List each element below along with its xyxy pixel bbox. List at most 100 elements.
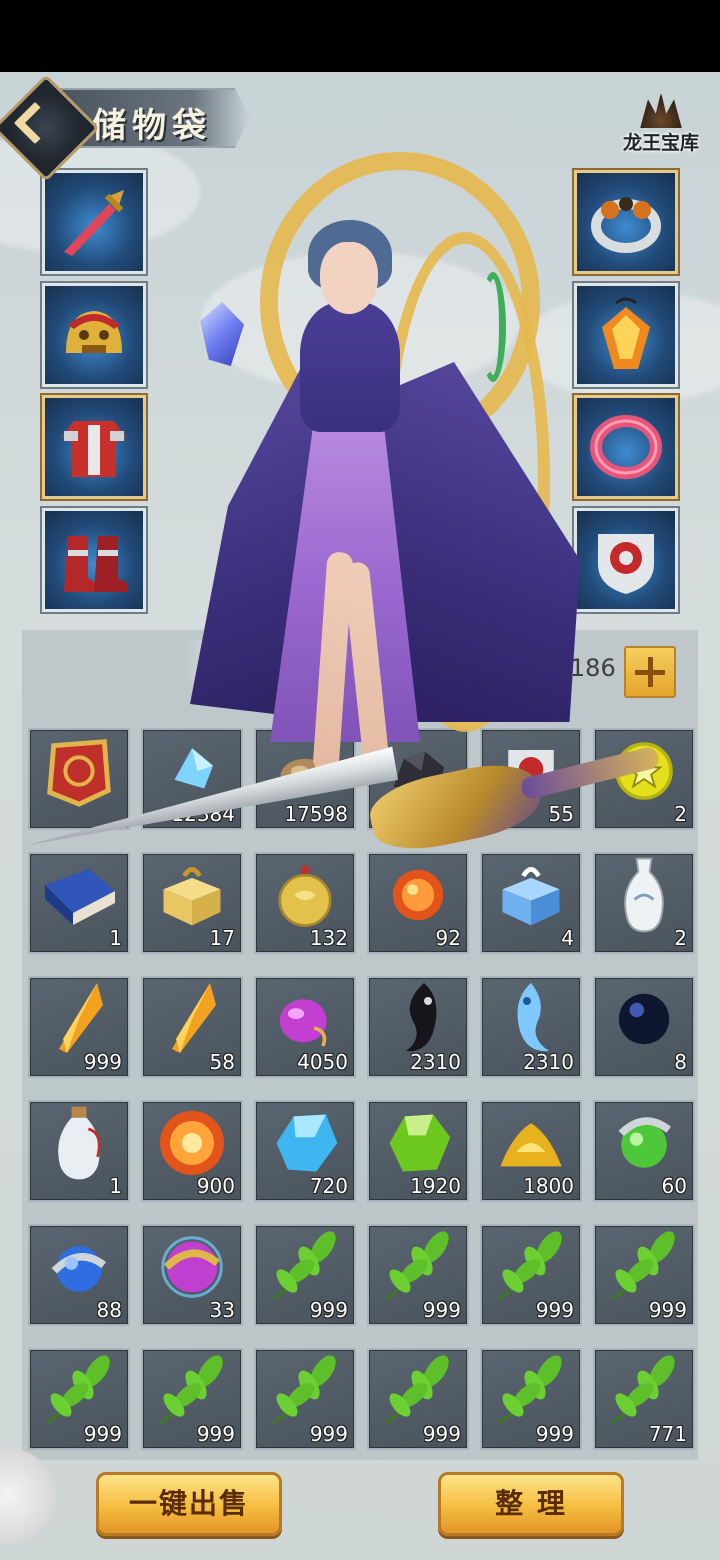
star-orb-icon bbox=[608, 735, 680, 811]
item-count: 999 bbox=[648, 1298, 687, 1322]
inventory-slot[interactable]: 1 bbox=[28, 1100, 130, 1202]
inventory-slot[interactable]: 2310 bbox=[367, 976, 469, 1078]
inventory-slot[interactable]: 1800 bbox=[480, 1100, 582, 1202]
inventory-slot[interactable]: 58 bbox=[141, 976, 243, 1078]
inventory-slot[interactable]: 33 bbox=[141, 1224, 243, 1326]
equip-slot-boots[interactable] bbox=[42, 508, 146, 612]
item-count: 999 bbox=[422, 1298, 461, 1322]
item-count: 58 bbox=[209, 1050, 235, 1074]
inventory-slot[interactable]: 1 bbox=[28, 852, 130, 954]
ore-icon bbox=[270, 736, 340, 810]
inventory-slot[interactable]: 17 bbox=[141, 852, 243, 954]
item-count: 999 bbox=[535, 1422, 574, 1446]
item-count: 11880 bbox=[397, 802, 461, 826]
inventory-slot[interactable]: 999 bbox=[480, 1224, 582, 1326]
red-emblem-icon bbox=[598, 534, 654, 594]
item-count: 8 bbox=[674, 1050, 687, 1074]
red-shield-icon bbox=[496, 736, 566, 810]
item-count: 999 bbox=[422, 1422, 461, 1446]
item-count: 999 bbox=[196, 1422, 235, 1446]
inventory-slot[interactable]: 999 bbox=[480, 1348, 582, 1450]
inventory-slot[interactable]: 720 bbox=[254, 1100, 356, 1202]
potion-bag-icon bbox=[49, 1101, 109, 1189]
item-count: 720 bbox=[309, 1174, 348, 1198]
sort-button[interactable]: 整 理 bbox=[438, 1472, 624, 1536]
item-count: 60 bbox=[661, 1174, 687, 1198]
inventory-slot[interactable]: 1920 bbox=[367, 1100, 469, 1202]
item-count: 1920 bbox=[410, 1174, 461, 1198]
inventory-slot[interactable]: 4050 bbox=[254, 976, 356, 1078]
equip-slot-ring[interactable] bbox=[574, 170, 678, 274]
floating-assistant-ball[interactable] bbox=[0, 1448, 56, 1544]
inventory-slot[interactable]: 999 bbox=[367, 1348, 469, 1450]
inventory-slot[interactable]: 999 bbox=[28, 976, 130, 1078]
red-armor-icon bbox=[62, 421, 126, 477]
item-count: 17598 bbox=[284, 802, 348, 826]
golden-helmet-icon bbox=[66, 311, 122, 353]
item-count: 132 bbox=[309, 926, 348, 950]
item-count: 4050 bbox=[297, 1050, 348, 1074]
inventory-slot[interactable]: 2310 bbox=[480, 976, 582, 1078]
dragon-king-treasury-button[interactable]: 龙王宝库 bbox=[616, 92, 706, 162]
dark-ore-icon bbox=[383, 736, 453, 810]
inventory-slot[interactable]: 8 bbox=[593, 976, 695, 1078]
inventory-slot[interactable]: 771 bbox=[593, 1348, 695, 1450]
dragon-crest-icon bbox=[640, 92, 682, 128]
bag-capacity: 138/186 bbox=[516, 654, 616, 682]
item-count: 999 bbox=[309, 1298, 348, 1322]
inventory-slot[interactable]: 999 bbox=[254, 1348, 356, 1450]
red-boots-icon bbox=[64, 536, 128, 592]
inventory-slot[interactable]: 132 bbox=[254, 852, 356, 954]
inventory-slot[interactable]: 12384 bbox=[141, 728, 243, 830]
item-count: 2310 bbox=[410, 1050, 461, 1074]
inventory-slot[interactable]: 4 bbox=[480, 852, 582, 954]
inventory-slot[interactable]: 11880 bbox=[367, 728, 469, 830]
inventory-slot[interactable]: 92 bbox=[367, 852, 469, 954]
inventory-slot[interactable]: 900 bbox=[141, 1100, 243, 1202]
item-count: 2 bbox=[674, 926, 687, 950]
item-count: 12384 bbox=[171, 802, 235, 826]
inventory-slot[interactable]: 17598 bbox=[254, 728, 356, 830]
item-count: 2310 bbox=[523, 1050, 574, 1074]
item-count: 999 bbox=[309, 1422, 348, 1446]
gold-pouch-icon bbox=[269, 858, 341, 936]
item-count: 88 bbox=[96, 1298, 122, 1322]
equip-slot-amulet[interactable] bbox=[574, 283, 678, 387]
red-token-icon bbox=[40, 732, 118, 814]
blue-giftbox-icon bbox=[493, 857, 569, 937]
item-count: 1 bbox=[109, 1174, 122, 1198]
inventory-slot[interactable]: 60 bbox=[593, 1100, 695, 1202]
equip-slot-armor[interactable] bbox=[42, 395, 146, 499]
equip-slot-bracelet[interactable] bbox=[574, 395, 678, 499]
equip-slot-weapon[interactable] bbox=[42, 170, 146, 274]
item-count: 1 bbox=[109, 926, 122, 950]
item-count: 1800 bbox=[523, 1174, 574, 1198]
sell-all-button[interactable]: 一键出售 bbox=[96, 1472, 282, 1536]
fire-orb-icon bbox=[382, 859, 454, 935]
inventory-slot[interactable]: 2 bbox=[593, 852, 695, 954]
red-sword-icon bbox=[64, 190, 124, 256]
inventory-slot[interactable] bbox=[28, 728, 130, 830]
blue-crystal-icon bbox=[157, 736, 227, 810]
dark-pearl-icon bbox=[608, 983, 680, 1059]
inventory-slot[interactable]: 999 bbox=[254, 1224, 356, 1326]
equip-slot-talisman[interactable] bbox=[574, 508, 678, 612]
inventory-slot[interactable]: 999 bbox=[593, 1224, 695, 1326]
inventory-slot[interactable]: 2 bbox=[593, 728, 695, 830]
item-count: 771 bbox=[648, 1422, 687, 1446]
gold-dust-icon bbox=[489, 1107, 573, 1183]
expand-capacity-button[interactable] bbox=[624, 646, 676, 698]
item-count: 900 bbox=[196, 1174, 235, 1198]
inventory-slot[interactable]: 999 bbox=[141, 1348, 243, 1450]
item-count: 92 bbox=[435, 926, 461, 950]
status-bar bbox=[0, 0, 720, 72]
inventory-slot[interactable]: 88 bbox=[28, 1224, 130, 1326]
background-cloud bbox=[200, 252, 520, 392]
porcelain-vase-icon bbox=[614, 853, 674, 941]
selected-item-name: 五阶烈火戒指 bbox=[250, 651, 455, 684]
inventory-slot[interactable]: 55 bbox=[480, 728, 582, 830]
inventory-slot[interactable]: 999 bbox=[367, 1224, 469, 1326]
item-count: 999 bbox=[83, 1050, 122, 1074]
inventory-slot[interactable]: 999 bbox=[28, 1348, 130, 1450]
equip-slot-helmet[interactable] bbox=[42, 283, 146, 387]
